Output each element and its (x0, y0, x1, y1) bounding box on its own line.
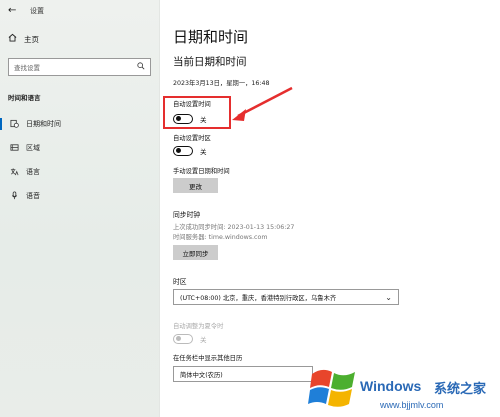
watermark-brand: Windows (360, 378, 422, 394)
watermark-suffix: 系统之家 (434, 382, 487, 397)
auto-timezone-label: 自动设置时区 (173, 135, 211, 142)
back-arrow-icon[interactable]: ← (8, 6, 22, 16)
current-datetime-value: 2023年3月13日，星期一，16:48 (173, 80, 270, 87)
sidebar-section-title: 时间和语言 (8, 94, 41, 102)
sidebar-item-speech[interactable]: 语音 (0, 184, 159, 208)
dst-label: 自动调整为夏令时 (173, 323, 224, 330)
watermark-url: www.bjjmlv.com (380, 400, 444, 410)
sync-now-button[interactable]: 立即同步 (173, 245, 218, 260)
settings-main-pane: 日期和时间 当前日期和时间 2023年3月13日，星期一，16:48 自动设置时… (160, 0, 500, 417)
sidebar-item-label: 区域 (26, 144, 40, 152)
calendar-select[interactable]: 简体中文(农历) (173, 366, 313, 382)
dst-state: 关 (200, 336, 207, 344)
title-bar: ← 设置 (0, 0, 159, 22)
timezone-select[interactable]: (UTC+08:00) 北京，重庆，香港特别行政区，乌鲁木齐 ⌄ (173, 289, 399, 305)
page-title: 日期和时间 (173, 28, 249, 46)
dst-toggle (173, 334, 193, 344)
search-icon (137, 62, 145, 72)
sidebar-item-language[interactable]: 语言 (0, 160, 159, 184)
watermark: Windows 系统之家 www.bjjmlv.com (308, 364, 500, 417)
last-sync-text: 上次成功同步时间: 2023-01-13 15:06:27 (173, 224, 295, 231)
search-input[interactable]: 查找设置 (8, 58, 151, 76)
sync-clock-heading: 同步时钟 (173, 211, 201, 219)
timezone-value: (UTC+08:00) 北京，重庆，香港特别行政区，乌鲁木齐 (180, 294, 337, 302)
calendar-clock-icon (10, 119, 26, 130)
time-server-text: 时间服务器: time.windows.com (173, 234, 268, 241)
auto-timezone-state: 关 (200, 148, 207, 156)
chevron-down-icon: ⌄ (385, 292, 392, 302)
highlight-box (163, 96, 231, 129)
sidebar-item-label: 主页 (24, 34, 39, 44)
auto-timezone-setting: 关 (173, 146, 207, 156)
windows-logo-icon (308, 369, 355, 407)
sidebar-item-label: 语言 (26, 168, 40, 176)
calendar-label: 在任务栏中显示其他日历 (173, 355, 243, 362)
search-placeholder: 查找设置 (14, 64, 40, 72)
sidebar-item-label: 语音 (26, 192, 40, 200)
region-icon (10, 143, 26, 154)
settings-sidebar: ← 设置 主页 查找设置 时间和语言 日期和时间 区域 语言 语音 (0, 0, 160, 417)
change-button[interactable]: 更改 (173, 178, 218, 193)
timezone-label: 时区 (173, 278, 187, 286)
home-icon (8, 33, 24, 45)
auto-timezone-toggle[interactable] (173, 146, 193, 156)
sidebar-item-label: 日期和时间 (26, 120, 61, 128)
calendar-value: 简体中文(农历) (180, 371, 223, 379)
sidebar-item-region[interactable]: 区域 (0, 136, 159, 160)
current-datetime-heading: 当前日期和时间 (173, 56, 247, 68)
microphone-icon (10, 190, 26, 202)
window-title: 设置 (30, 7, 44, 15)
language-icon (10, 167, 26, 178)
dst-setting: 关 (173, 334, 207, 344)
sidebar-item-home[interactable]: 主页 (0, 28, 159, 50)
manual-datetime-label: 手动设置日期和时间 (173, 168, 230, 175)
sidebar-item-date-time[interactable]: 日期和时间 (0, 112, 159, 136)
